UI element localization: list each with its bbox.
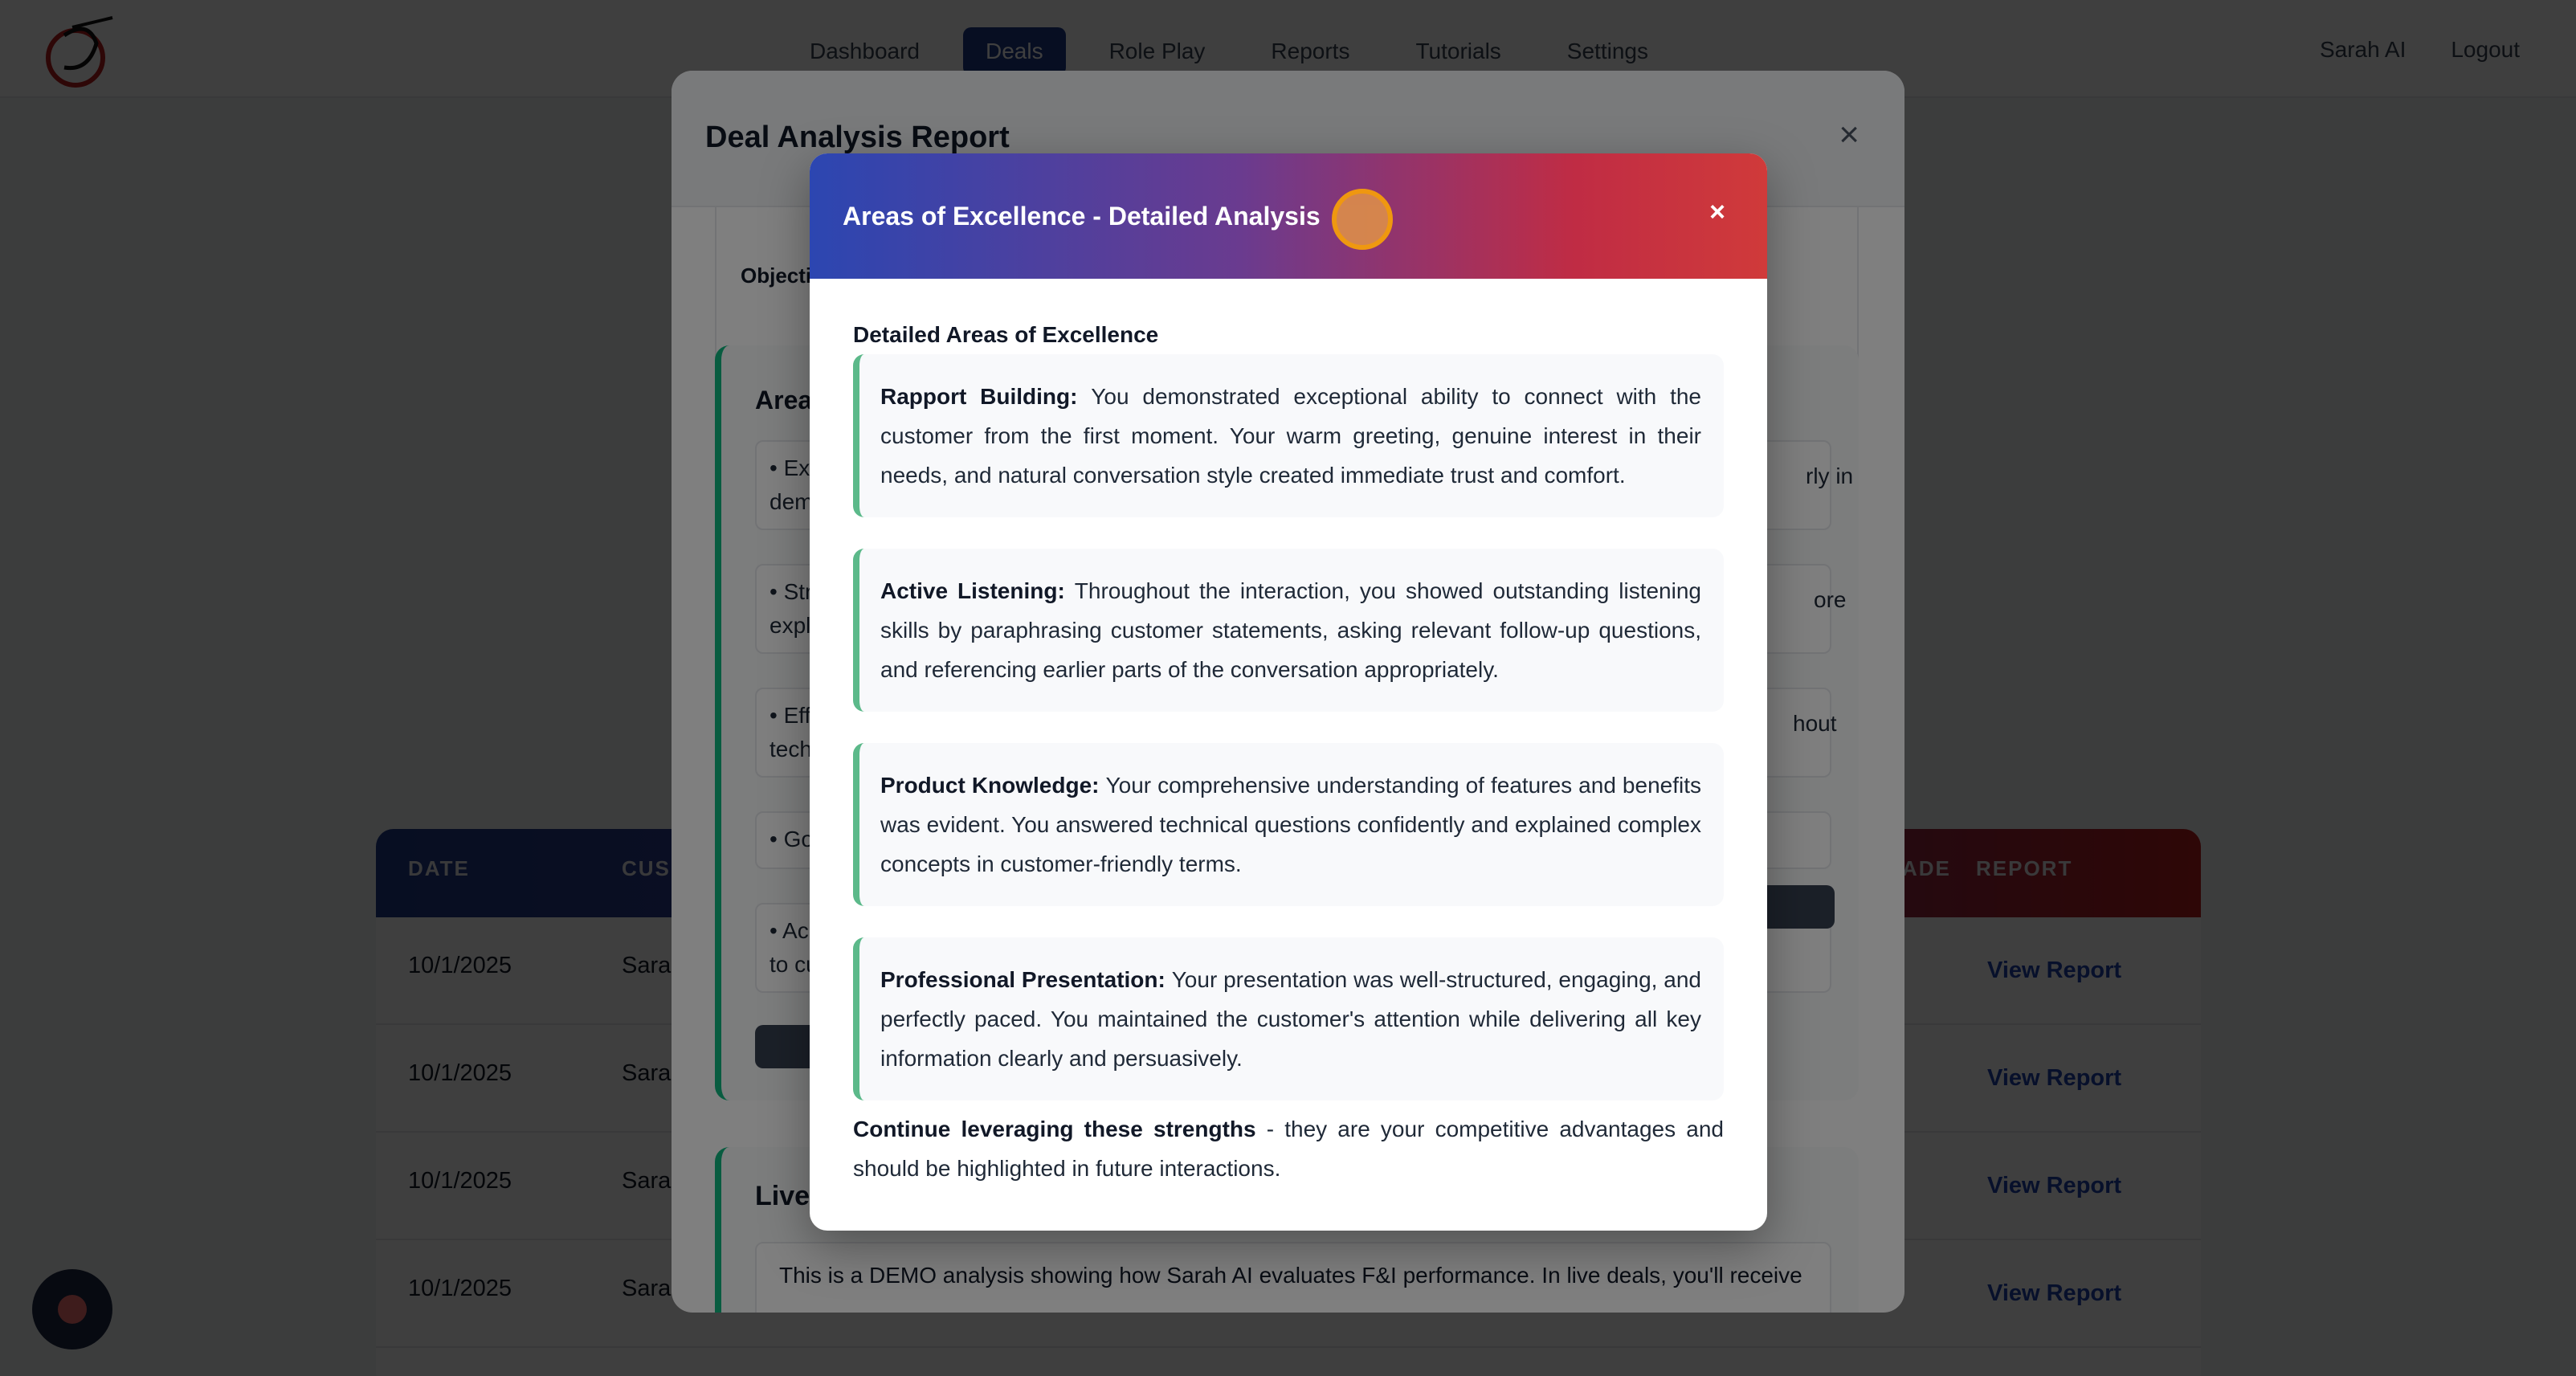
excellence-modal-title: Areas of Excellence - Detailed Analysis [843, 202, 1321, 231]
excellence-item-rapport-building: Rapport Building: You demonstrated excep… [853, 354, 1724, 517]
section-heading: Detailed Areas of Excellence [853, 322, 1159, 347]
excellence-item-active-listening: Active Listening: Throughout the interac… [853, 549, 1724, 712]
excellence-item-professional-presentation: Professional Presentation: Your presenta… [853, 937, 1724, 1100]
cursor-indicator-icon [1332, 189, 1393, 250]
close-icon[interactable]: × [1709, 198, 1725, 226]
excellence-item-label: Active Listening: [880, 578, 1075, 603]
closing-note: Continue leveraging these strengths - th… [853, 1109, 1724, 1188]
excellence-item-label: Rapport Building: [880, 384, 1092, 409]
excellence-detail-modal: Areas of Excellence - Detailed Analysis … [810, 153, 1767, 1231]
closing-note-emphasis: Continue leveraging these strengths [853, 1117, 1256, 1141]
excellence-item-label: Professional Presentation: [880, 967, 1172, 992]
excellence-modal-header: Areas of Excellence - Detailed Analysis … [810, 153, 1767, 279]
excellence-item-label: Product Knowledge: [880, 773, 1106, 798]
excellence-item-product-knowledge: Product Knowledge: Your comprehensive un… [853, 743, 1724, 906]
